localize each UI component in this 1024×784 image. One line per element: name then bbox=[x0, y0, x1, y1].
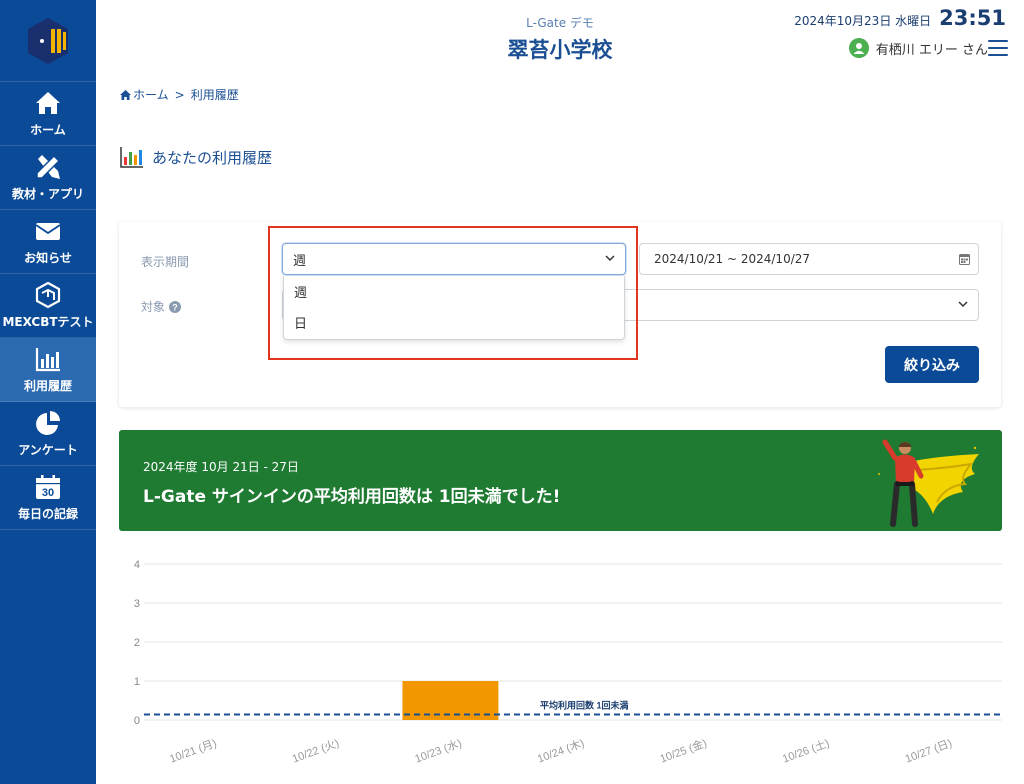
period-select-value: 週 bbox=[293, 253, 307, 269]
sidebar-item-label: 毎日の記録 bbox=[17, 507, 78, 521]
envelope-icon bbox=[35, 223, 61, 240]
target-label-row: 対象 ? bbox=[141, 298, 182, 315]
sidebar-item-daily-record[interactable]: 30 毎日の記録 bbox=[0, 466, 96, 530]
usage-chart: 0 1 2 3 4 平均利用回数 1回未満 10/21 (月) 10/22 (火) 10/23 … bbox=[134, 559, 1002, 766]
filter-submit-button[interactable]: 絞り込み bbox=[885, 346, 979, 383]
average-line-label: 平均利用回数 1回未満 bbox=[540, 700, 629, 711]
hamburger-menu-icon[interactable] bbox=[988, 40, 1008, 56]
y-tick-label: 3 bbox=[134, 598, 140, 610]
bar-chart-icon bbox=[120, 147, 143, 168]
sidebar-item-home[interactable]: ホーム bbox=[0, 82, 96, 146]
sidebar-item-mexcbt[interactable]: MEXCBTテスト bbox=[0, 274, 96, 338]
calendar-icon: 30 bbox=[36, 475, 60, 499]
x-tick-label: 10/21 (月) bbox=[168, 738, 218, 766]
banner-period: 2024年度 10月 21日 - 27日 bbox=[143, 460, 299, 474]
home-icon bbox=[120, 89, 131, 100]
target-label: 対象 bbox=[141, 300, 166, 314]
avatar bbox=[848, 38, 869, 58]
sidebar-item-history[interactable]: 利用履歴 bbox=[0, 338, 96, 402]
svg-text:?: ? bbox=[172, 302, 178, 312]
breadcrumb-current: 利用履歴 bbox=[190, 88, 239, 102]
page-title-text: あなたの利用履歴 bbox=[152, 148, 273, 167]
calendar-icon bbox=[959, 254, 970, 265]
home-icon bbox=[36, 92, 60, 114]
y-tick-label: 1 bbox=[134, 676, 140, 688]
breadcrumb: ホーム > 利用履歴 bbox=[120, 86, 239, 103]
tools-icon bbox=[36, 154, 61, 179]
page-title: あなたの利用履歴 bbox=[120, 146, 272, 168]
calendar-day-text: 30 bbox=[42, 487, 54, 499]
sidebar-item-label: MEXCBTテスト bbox=[2, 315, 94, 329]
header: L-Gate デモ 翠苔小学校 2024年10月23日 水曜日 23:51 有栖… bbox=[96, 0, 1024, 78]
current-date: 2024年10月23日 水曜日 bbox=[794, 14, 932, 28]
banner-message: L-Gate サインインの平均利用回数は 1回未満でした! bbox=[143, 487, 561, 507]
question-circle-icon[interactable]: ? bbox=[169, 300, 182, 313]
chevron-down-icon bbox=[958, 301, 968, 308]
user-icon bbox=[853, 43, 865, 54]
sidebar-item-label: 教材・アプリ bbox=[11, 187, 84, 201]
current-time: 23:51 bbox=[939, 6, 1006, 30]
y-tick-label: 2 bbox=[134, 637, 140, 649]
sidebar: ホーム 教材・アプリ お知らせ MEXCBTテスト 利用履歴 アンケート 30 … bbox=[0, 0, 96, 784]
l-gate-logo-icon bbox=[28, 17, 68, 64]
datetime: 2024年10月23日 水曜日 23:51 bbox=[794, 6, 1006, 30]
period-option-day[interactable]: 日 bbox=[284, 307, 624, 338]
x-tick-label: 10/22 (火) bbox=[291, 738, 341, 766]
sidebar-item-label: アンケート bbox=[18, 443, 78, 457]
bar-chart-icon bbox=[35, 348, 60, 372]
period-option-week[interactable]: 週 bbox=[284, 276, 624, 307]
x-tick-label: 10/23 (水) bbox=[413, 737, 463, 766]
summary-banner: 2024年度 10月 21日 - 27日 L-Gate サインインの平均利用回数… bbox=[119, 430, 1002, 531]
date-range-input[interactable]: 2024/10/21 ~ 2024/10/27 bbox=[639, 243, 979, 275]
date-range-value: 2024/10/21 ~ 2024/10/27 bbox=[654, 252, 811, 266]
pie-chart-icon bbox=[36, 411, 60, 435]
sidebar-item-survey[interactable]: アンケート bbox=[0, 402, 96, 466]
breadcrumb-home[interactable]: ホーム bbox=[133, 86, 169, 103]
x-tick-label: 10/26 (土) bbox=[781, 737, 831, 766]
sidebar-item-label: 利用履歴 bbox=[23, 379, 72, 393]
chevron-down-icon bbox=[605, 255, 615, 262]
y-tick-label: 4 bbox=[134, 559, 140, 571]
user-menu[interactable]: 有栖川 エリー さん bbox=[848, 38, 988, 58]
breadcrumb-separator: > bbox=[174, 87, 185, 102]
y-tick-label: 0 bbox=[134, 715, 140, 727]
user-name: 有栖川 エリー さん bbox=[875, 42, 988, 58]
sidebar-item-apps[interactable]: 教材・アプリ bbox=[0, 146, 96, 210]
sidebar-item-label: お知らせ bbox=[24, 251, 72, 265]
x-tick-label: 10/27 (日) bbox=[904, 738, 954, 766]
period-label: 表示期間 bbox=[141, 255, 190, 269]
period-dropdown-list: 週 日 bbox=[283, 276, 625, 340]
sidebar-item-label: ホーム bbox=[30, 123, 66, 137]
superhero-illustration-icon bbox=[878, 439, 979, 527]
cube-icon bbox=[35, 281, 61, 309]
sidebar-item-notices[interactable]: お知らせ bbox=[0, 210, 96, 274]
x-tick-label: 10/25 (金) bbox=[658, 736, 709, 766]
period-select[interactable]: 週 bbox=[282, 243, 626, 275]
x-tick-label: 10/24 (木) bbox=[536, 737, 586, 766]
logo[interactable] bbox=[0, 0, 96, 82]
